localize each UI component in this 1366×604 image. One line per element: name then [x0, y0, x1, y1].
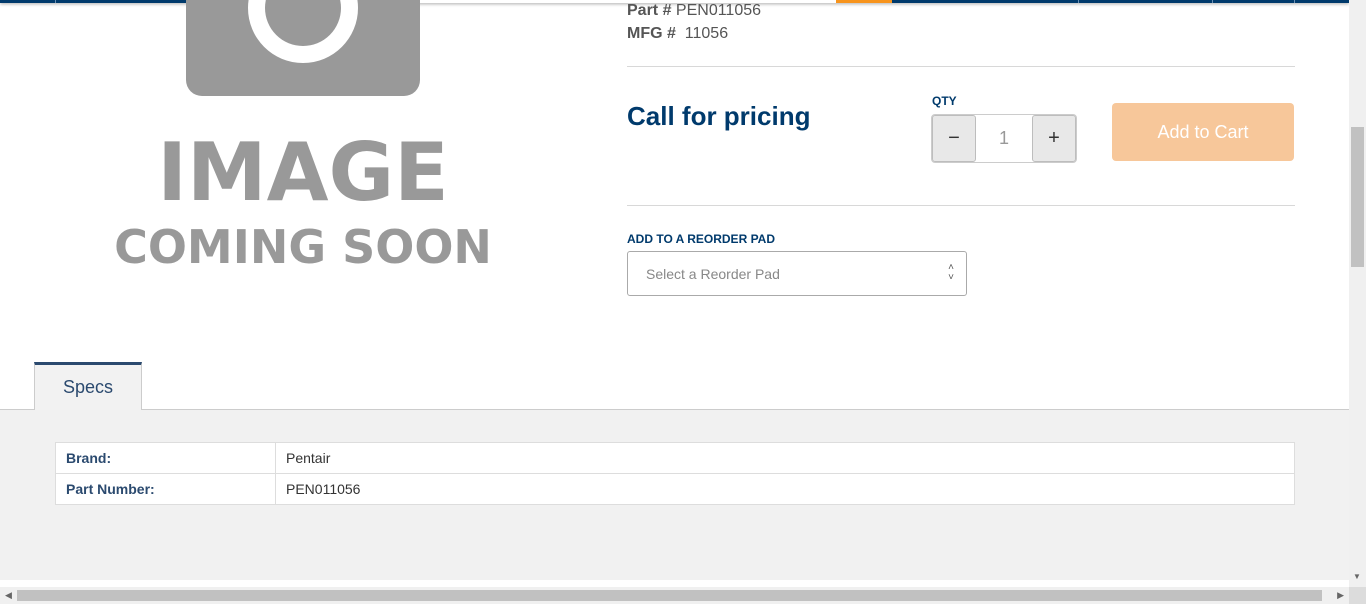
divider	[627, 205, 1295, 206]
select-arrows-icon: ˄ ˅	[948, 262, 954, 283]
reorder-pad-placeholder: Select a Reorder Pad	[646, 266, 780, 282]
reorder-pad-select[interactable]: Select a Reorder Pad ˄ ˅	[627, 251, 967, 296]
qty-input[interactable]: 1	[976, 115, 1032, 162]
horizontal-scroll-thumb[interactable]	[17, 590, 1322, 601]
scroll-left-arrow-icon[interactable]: ◀	[5, 590, 12, 601]
spec-key: Brand:	[55, 442, 276, 474]
divider	[627, 66, 1295, 67]
specs-table: Brand: Pentair Part Number: PEN011056	[55, 442, 1295, 505]
scrollbar-corner	[1349, 587, 1366, 604]
mfg-number-label: MFG #	[627, 25, 676, 42]
part-number-value: PEN011056	[675, 2, 762, 19]
camera-icon: IMAGE COMING SOON	[114, 0, 492, 274]
reorder-pad-label: ADD TO A REORDER PAD	[627, 232, 776, 246]
nav-separator	[1294, 0, 1295, 3]
spec-value: PEN011056	[275, 473, 1295, 505]
mfg-number-value: 11056	[684, 25, 729, 42]
qty-label: QTY	[932, 94, 957, 108]
mfg-number-line: MFG # 11056	[627, 25, 728, 43]
tab-specs[interactable]: Specs	[34, 362, 142, 410]
nav-separator	[1212, 0, 1213, 3]
qty-increase-button[interactable]: +	[1032, 115, 1076, 162]
image-placeholder-line1: IMAGE	[157, 126, 449, 219]
vertical-scrollbar[interactable]: ▼	[1349, 0, 1366, 587]
vertical-scroll-thumb[interactable]	[1351, 127, 1364, 267]
nav-separator	[55, 0, 56, 3]
scroll-right-arrow-icon[interactable]: ▶	[1337, 590, 1344, 601]
quantity-stepper: − 1 +	[931, 114, 1077, 163]
table-row: Brand: Pentair	[55, 442, 1295, 474]
part-number-line: Part # PEN011056	[627, 2, 761, 20]
table-row: Part Number: PEN011056	[55, 473, 1295, 505]
spec-key: Part Number:	[55, 473, 276, 505]
add-to-cart-button[interactable]: Add to Cart	[1112, 103, 1294, 161]
qty-decrease-button[interactable]: −	[932, 115, 976, 162]
price-text: Call for pricing	[627, 101, 811, 131]
scroll-down-arrow-icon[interactable]: ▼	[1353, 572, 1361, 581]
part-number-label: Part #	[627, 2, 672, 19]
horizontal-scrollbar[interactable]: ◀ ▶	[0, 587, 1349, 604]
spec-value: Pentair	[275, 442, 1295, 474]
image-placeholder-line2: COMING SOON	[114, 220, 492, 274]
nav-item-highlight[interactable]	[836, 0, 892, 3]
nav-separator	[1078, 0, 1079, 3]
product-image-placeholder: IMAGE COMING SOON	[100, 0, 510, 280]
